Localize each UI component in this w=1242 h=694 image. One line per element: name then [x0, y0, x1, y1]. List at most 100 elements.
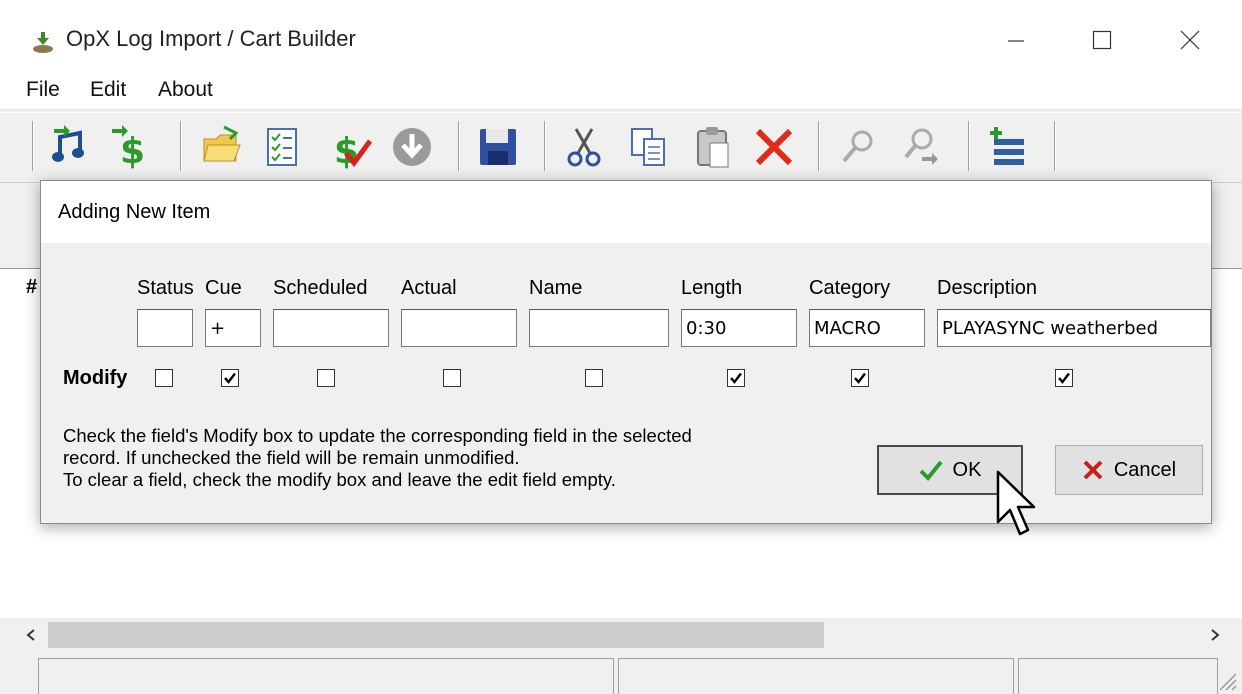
modify-scheduled-checkbox[interactable] — [317, 369, 335, 387]
help-line: record. If unchecked the field will be r… — [63, 447, 520, 468]
copy-icon — [631, 128, 665, 166]
menu-about[interactable]: About — [158, 78, 213, 102]
scroll-thumb[interactable] — [48, 622, 824, 648]
scroll-right-button[interactable] — [1202, 622, 1228, 648]
mouse-cursor-icon — [996, 470, 1036, 536]
find-next-button[interactable] — [898, 123, 946, 171]
download-button[interactable] — [388, 123, 436, 171]
modify-label: Modify — [63, 367, 128, 389]
category-field[interactable] — [809, 309, 925, 347]
status-pane-3 — [1018, 658, 1218, 694]
modify-status-checkbox[interactable] — [155, 369, 173, 387]
paste-button[interactable] — [688, 123, 736, 171]
checklist-icon — [267, 128, 297, 166]
minimize-button[interactable] — [994, 18, 1038, 62]
toolbar-separator — [32, 121, 34, 171]
cut-button[interactable] — [560, 123, 608, 171]
label-length: Length — [681, 277, 743, 299]
dialog-title: Adding New Item — [58, 201, 211, 223]
cash-check-icon: $ — [334, 131, 372, 169]
status-pane-1 — [38, 658, 614, 694]
label-cue: Cue — [205, 277, 242, 299]
label-category: Category — [809, 277, 891, 299]
toolbar-separator — [458, 121, 460, 171]
maximize-button[interactable] — [1080, 18, 1124, 62]
cut-icon — [567, 128, 601, 167]
delete-icon — [755, 128, 793, 166]
toolbar-separator — [1054, 121, 1056, 171]
verify-cash-button[interactable]: $ — [326, 123, 374, 171]
modify-category-checkbox[interactable] — [851, 369, 869, 387]
close-icon — [1180, 30, 1200, 50]
find-icon — [842, 130, 873, 163]
help-text: Check the field's Modify box to update t… — [63, 425, 692, 491]
label-name: Name — [529, 277, 583, 299]
paste-icon — [697, 127, 729, 168]
scheduled-field[interactable] — [273, 309, 389, 347]
title-bar: OpX Log Import / Cart Builder — [0, 0, 1242, 72]
find-button[interactable] — [834, 123, 882, 171]
resize-grip-icon[interactable] — [1216, 670, 1238, 692]
status-pane-2 — [618, 658, 1014, 694]
label-actual: Actual — [401, 277, 457, 299]
menu-edit[interactable]: Edit — [90, 78, 126, 102]
help-line: Check the field's Modify box to update t… — [63, 425, 692, 446]
checkmark-icon — [919, 460, 943, 481]
menu-bar: File Edit About — [0, 72, 1242, 110]
status-bar — [0, 652, 1242, 694]
open-button[interactable] — [198, 123, 246, 171]
import-cash-button[interactable]: $ — [108, 123, 156, 171]
toolbar-separator — [968, 121, 970, 171]
import-music-button[interactable] — [48, 123, 96, 171]
maximize-icon — [1092, 30, 1112, 50]
actual-field[interactable] — [401, 309, 517, 347]
toolbar-separator — [818, 121, 820, 171]
label-description: Description — [937, 277, 1038, 299]
minimize-icon — [1008, 40, 1024, 42]
modify-actual-checkbox[interactable] — [443, 369, 461, 387]
modify-description-checkbox[interactable] — [1055, 369, 1073, 387]
toolbar-separator — [180, 121, 182, 171]
app-icon — [33, 32, 53, 53]
length-field[interactable] — [681, 309, 797, 347]
import-music-icon — [52, 125, 84, 162]
help-line: To clear a field, check the modify box a… — [63, 469, 616, 490]
find-next-icon — [904, 128, 938, 165]
dialog-title-bar: Adding New Item — [41, 181, 1211, 243]
check-icon — [730, 372, 742, 384]
svg-text:$: $ — [120, 131, 145, 169]
modify-cue-checkbox[interactable] — [221, 369, 239, 387]
modify-length-checkbox[interactable] — [727, 369, 745, 387]
import-cash-icon: $ — [112, 125, 145, 169]
open-folder-icon — [203, 125, 241, 162]
label-scheduled: Scheduled — [273, 277, 368, 299]
label-status: Status — [137, 277, 194, 299]
add-item-icon — [990, 127, 1024, 165]
ok-button-label: OK — [952, 458, 982, 481]
horizontal-scrollbar[interactable] — [0, 618, 1242, 652]
cancel-button-label: Cancel — [1113, 458, 1177, 481]
save-icon — [480, 129, 516, 165]
window-title: OpX Log Import / Cart Builder — [66, 26, 356, 51]
cue-field[interactable] — [205, 309, 261, 347]
save-button[interactable] — [474, 123, 522, 171]
download-icon — [393, 128, 431, 166]
name-field[interactable] — [529, 309, 669, 347]
toolbar: $ $ — [0, 112, 1242, 182]
status-field[interactable] — [137, 309, 193, 347]
checklist-button[interactable] — [258, 123, 306, 171]
scroll-left-button[interactable] — [18, 622, 44, 648]
copy-button[interactable] — [624, 123, 672, 171]
cancel-button[interactable]: Cancel — [1055, 445, 1203, 495]
add-item-button[interactable] — [984, 123, 1032, 171]
description-field[interactable] — [937, 309, 1211, 347]
modify-name-checkbox[interactable] — [585, 369, 603, 387]
column-header-number[interactable]: # — [26, 276, 37, 299]
check-icon — [854, 372, 866, 384]
delete-button[interactable] — [750, 123, 798, 171]
close-button[interactable] — [1168, 18, 1212, 62]
toolbar-separator — [544, 121, 546, 171]
chevron-right-icon — [1211, 629, 1220, 641]
check-icon — [224, 372, 236, 384]
menu-file[interactable]: File — [26, 78, 60, 102]
